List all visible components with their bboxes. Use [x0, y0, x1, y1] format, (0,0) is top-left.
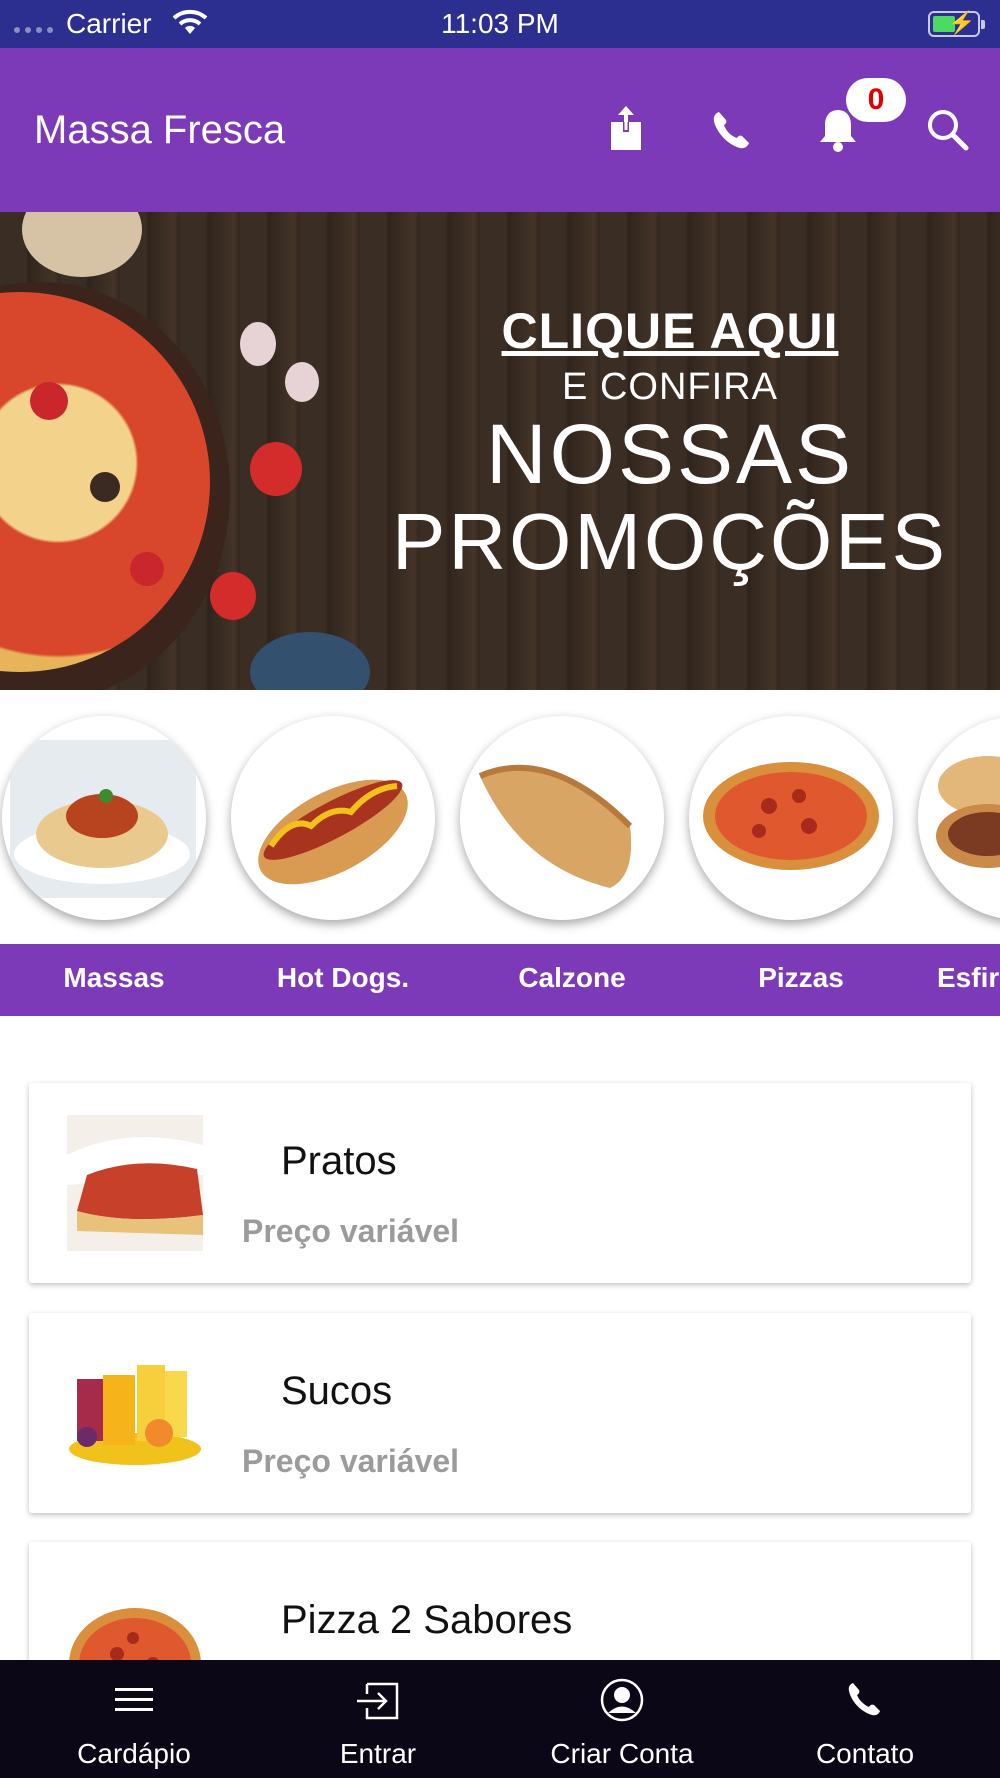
- category-label-calzone[interactable]: Calzone: [470, 962, 674, 994]
- spice-bowl-image: [22, 212, 142, 277]
- nav-cardapio[interactable]: Cardápio: [9, 1660, 259, 1778]
- cherry-tomato-image: [210, 572, 256, 620]
- promo-text: CLIQUE AQUI E CONFIRA NOSSAS PROMOÇÕES: [370, 302, 970, 585]
- status-bar: Carrier 11:03 PM ⚡: [0, 0, 1000, 48]
- promo-banner[interactable]: CLIQUE AQUI E CONFIRA NOSSAS PROMOÇÕES: [0, 212, 1000, 690]
- phone-icon[interactable]: [706, 104, 758, 156]
- product-image-sucos: [67, 1345, 203, 1481]
- category-label-bar: Massas Hot Dogs. Calzone Pizzas Esfir: [0, 944, 1000, 1016]
- promo-line-4: PROMOÇÕES: [392, 497, 948, 586]
- app-title: Massa Fresca: [34, 108, 286, 152]
- product-price: Preço variável: [242, 1443, 460, 1479]
- nav-label: Entrar: [339, 1738, 417, 1769]
- product-card[interactable]: Sucos Preço variável: [29, 1313, 971, 1513]
- category-label-esfihas[interactable]: Esfir: [928, 962, 1000, 994]
- category-label-massas[interactable]: Massas: [12, 962, 216, 994]
- product-image-pratos: [67, 1115, 203, 1251]
- category-label-hot-dogs[interactable]: Hot Dogs.: [241, 962, 445, 994]
- nav-entrar[interactable]: Entrar: [253, 1660, 503, 1778]
- search-icon[interactable]: [922, 104, 974, 156]
- product-card[interactable]: Pratos Preço variável: [29, 1083, 971, 1283]
- product-name: Pratos: [281, 1139, 397, 1183]
- bottom-nav: Cardápio Entrar Criar Conta Contato: [0, 1660, 1000, 1778]
- clock: 11:03 PM: [441, 8, 559, 39]
- tomato-image: [130, 552, 164, 586]
- promo-line-1: CLIQUE AQUI: [501, 303, 839, 359]
- category-image-esfihas[interactable]: [918, 716, 1000, 920]
- nav-label: Cardápio: [77, 1738, 191, 1769]
- garlic-image: [285, 362, 319, 402]
- promo-line-3: NOSSAS: [485, 407, 855, 501]
- category-image-pizzas[interactable]: [689, 716, 893, 920]
- battery-icon: ⚡: [928, 10, 985, 37]
- category-label-pizzas[interactable]: Pizzas: [699, 962, 903, 994]
- category-image-massas[interactable]: [2, 716, 206, 920]
- category-strip: Massas Hot Dogs. Calzone Pizzas Esfir: [0, 690, 1000, 1016]
- notification-badge: 0: [846, 78, 906, 122]
- login-icon: [353, 1678, 403, 1722]
- product-name: Pizza 2 Sabores: [281, 1598, 573, 1642]
- menu-icon: [109, 1678, 159, 1722]
- product-name: Sucos: [281, 1369, 393, 1413]
- category-image-hot-dogs[interactable]: [231, 716, 435, 920]
- cherry-tomato-image: [250, 442, 302, 496]
- app-bar: Massa Fresca 0: [0, 48, 1000, 212]
- app-screen: Carrier 11:03 PM ⚡ Massa Fresca 0 CLIQUE…: [0, 0, 1000, 1778]
- nav-contato[interactable]: Contato: [740, 1660, 990, 1778]
- olive-bowl-image: [250, 632, 370, 690]
- phone-icon: [840, 1678, 890, 1722]
- promo-line-2: E CONFIRA: [562, 366, 778, 408]
- category-image-calzone[interactable]: [460, 716, 664, 920]
- nav-label: Criar Conta: [550, 1738, 694, 1769]
- product-price: Preço variável: [242, 1213, 460, 1249]
- nav-criar-conta[interactable]: Criar Conta: [497, 1660, 747, 1778]
- user-icon: [597, 1678, 647, 1722]
- tomato-image: [30, 382, 68, 420]
- nav-label: Contato: [815, 1738, 915, 1769]
- share-icon[interactable]: [600, 104, 652, 156]
- garlic-image: [240, 322, 276, 366]
- olive-image: [90, 472, 120, 502]
